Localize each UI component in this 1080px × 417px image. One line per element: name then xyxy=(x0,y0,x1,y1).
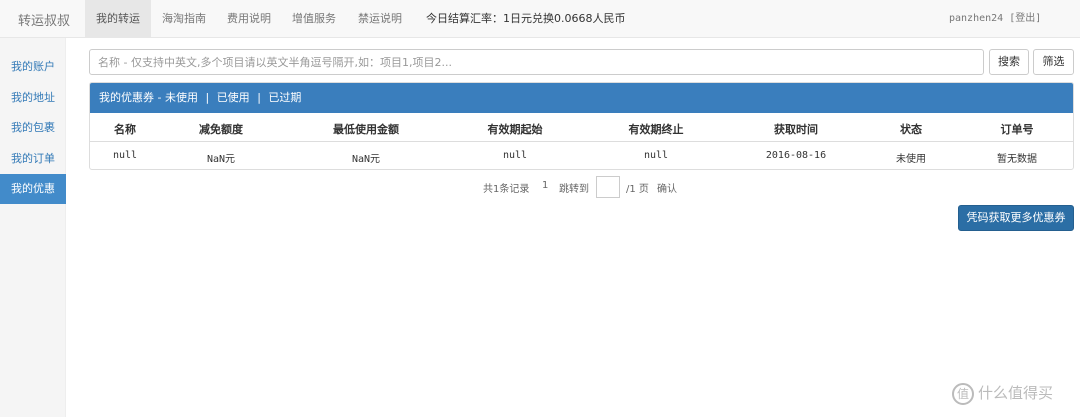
cell-min-amount: NaN元 xyxy=(351,154,381,165)
cell-valid-to: null xyxy=(643,150,669,161)
nav-value-added[interactable]: 增值服务 xyxy=(292,0,336,37)
nav-prohibited[interactable]: 禁运说明 xyxy=(358,0,402,37)
sidebar-item-packages[interactable]: 我的包裹 xyxy=(0,113,66,143)
cell-discount: NaN元 xyxy=(206,154,236,165)
logout-link[interactable]: [登出] xyxy=(1009,13,1041,24)
table-divider xyxy=(90,141,1073,142)
page-number-input[interactable] xyxy=(596,176,620,198)
pager-goto-label: 跳转到 xyxy=(559,184,589,195)
pager-current[interactable]: 1 xyxy=(542,180,548,191)
column-header-status: 状态 xyxy=(900,123,922,136)
user-area: panzhen24 [登出] xyxy=(949,0,1041,37)
sidebar-item-address[interactable]: 我的地址 xyxy=(0,83,66,113)
cell-obtained: 2016-08-16 xyxy=(765,150,827,161)
nav-fee-info[interactable]: 费用说明 xyxy=(227,0,271,37)
column-header-order-no: 订单号 xyxy=(1000,123,1034,136)
get-more-coupons-button[interactable]: 凭码获取更多优惠券 xyxy=(958,205,1074,231)
cell-name: null xyxy=(112,150,138,161)
brand-logo[interactable]: 转运叔叔 xyxy=(18,10,70,29)
coupon-panel-title: 我的优惠券 - xyxy=(99,91,165,104)
pager-confirm-button[interactable]: 确认 xyxy=(657,180,677,195)
sidebar: 我的账户 我的地址 我的包裹 我的订单 我的优惠 xyxy=(0,38,66,417)
coupon-panel: 我的优惠券 - 未使用 | 已使用 | 已过期 名称 减免额度 最低使用金额 有… xyxy=(89,82,1074,170)
coupon-panel-header: 我的优惠券 - 未使用 | 已使用 | 已过期 xyxy=(90,83,1073,113)
column-header-name: 名称 xyxy=(114,123,136,136)
tab-used[interactable]: 已使用 xyxy=(217,91,250,104)
filter-button[interactable]: 筛选 xyxy=(1033,49,1074,75)
column-header-obtained: 获取时间 xyxy=(774,123,818,136)
tab-separator: | xyxy=(205,91,210,104)
sidebar-item-account[interactable]: 我的账户 xyxy=(0,52,66,82)
sidebar-item-orders[interactable]: 我的订单 xyxy=(0,144,66,174)
column-header-min-amount: 最低使用金额 xyxy=(333,123,399,136)
nav-my-forwarding[interactable]: 我的转运 xyxy=(85,0,151,37)
search-input[interactable] xyxy=(89,49,984,75)
column-header-valid-from: 有效期起始 xyxy=(487,123,543,136)
sidebar-item-coupons[interactable]: 我的优惠 xyxy=(0,174,66,204)
tab-separator: | xyxy=(257,91,261,104)
column-header-valid-to: 有效期终止 xyxy=(628,123,684,136)
top-navbar: 转运叔叔 我的转运 海淘指南 费用说明 增值服务 禁运说明 今日结算汇率：1日元… xyxy=(0,0,1080,38)
cell-order-no: 暂无数据 xyxy=(997,154,1037,165)
pager-total: 共1条记录 xyxy=(483,184,530,195)
watermark-logo-icon: 值 xyxy=(952,382,974,405)
exchange-rate-text: 今日结算汇率：1日元兑换0.0668人民币 xyxy=(426,12,626,25)
nav-shopping-guide[interactable]: 海淘指南 xyxy=(162,0,206,37)
column-header-discount: 减免额度 xyxy=(199,123,243,136)
cell-status: 未使用 xyxy=(896,154,926,165)
watermark-text: 什么值得买 xyxy=(978,384,1054,402)
pager-pages: /1 页 xyxy=(626,184,649,195)
tab-expired[interactable]: 已过期 xyxy=(268,91,301,104)
watermark: 值什么值得买 xyxy=(952,382,1053,405)
search-button[interactable]: 搜索 xyxy=(989,49,1029,75)
username[interactable]: panzhen24 xyxy=(949,13,1003,24)
tab-unused[interactable]: 未使用 xyxy=(165,91,198,104)
cell-valid-from: null xyxy=(502,150,528,161)
